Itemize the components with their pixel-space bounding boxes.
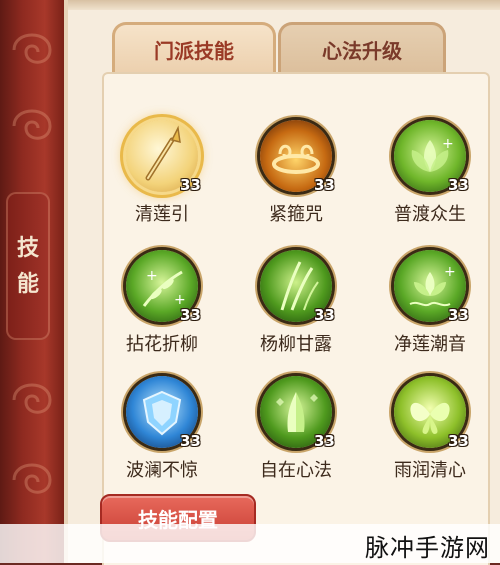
- watermark-bar: 脉冲手游网: [0, 524, 500, 563]
- skill-item[interactable]: + 33 净莲潮音: [382, 250, 478, 360]
- skill-level: 33: [180, 432, 201, 450]
- skill-side-tab[interactable]: 技 能: [6, 192, 50, 340]
- panel-edge: [68, 0, 500, 10]
- skill-level: 33: [448, 176, 469, 194]
- tab-sect-skills[interactable]: 门派技能: [112, 22, 276, 73]
- side-tab-char: 技: [16, 235, 39, 261]
- skill-item[interactable]: + + 33 拈花折柳: [114, 250, 210, 360]
- skill-name: 杨柳甘露: [260, 334, 332, 355]
- svg-text:+: +: [442, 136, 454, 152]
- skill-name: 普渡众生: [394, 204, 466, 225]
- swirl-ornament-icon: [12, 463, 52, 494]
- skill-name: 雨润清心: [394, 460, 466, 481]
- swirl-ornament-icon: [12, 33, 52, 64]
- skill-level: 33: [448, 432, 469, 450]
- skill-level: 33: [448, 306, 469, 324]
- skill-item[interactable]: 33 紧箍咒: [248, 120, 344, 230]
- skill-grid: 33 清莲引 33 紧箍咒 + 33 普渡众生 + + 33 拈花折柳 33 杨…: [102, 72, 490, 565]
- skill-level: 33: [314, 306, 335, 324]
- skill-level: 33: [180, 306, 201, 324]
- skill-item[interactable]: 33 波澜不惊: [114, 376, 210, 486]
- svg-text:+: +: [444, 264, 456, 280]
- skill-item[interactable]: + 33 普渡众生: [382, 120, 478, 230]
- skill-item[interactable]: 33 清莲引: [114, 120, 210, 230]
- skill-name: 拈花折柳: [126, 334, 198, 355]
- tab-mind-upgrade[interactable]: 心法升级: [278, 22, 446, 73]
- skill-panel: 门派技能 心法升级 33 清莲引 33 紧箍咒 + 33 普渡众生 + + 33…: [64, 0, 500, 565]
- skill-item[interactable]: 33 雨润清心: [382, 376, 478, 486]
- skill-name: 净莲潮音: [394, 334, 466, 355]
- side-tab-char: 能: [16, 271, 39, 297]
- skill-name: 自在心法: [260, 460, 332, 481]
- skill-level: 33: [180, 176, 201, 194]
- skill-level: 33: [314, 176, 335, 194]
- book-spine: 技 能: [0, 0, 64, 563]
- skill-name: 清莲引: [135, 204, 189, 225]
- skill-name: 紧箍咒: [269, 204, 323, 225]
- swirl-ornament-icon: [12, 109, 52, 140]
- skill-item[interactable]: 33 自在心法: [248, 376, 344, 486]
- skill-item[interactable]: 33 杨柳甘露: [248, 250, 344, 360]
- watermark-text: 脉冲手游网: [365, 534, 490, 562]
- skill-name: 波澜不惊: [126, 460, 198, 481]
- swirl-ornament-icon: [12, 383, 52, 414]
- svg-text:+: +: [146, 268, 158, 284]
- skill-level: 33: [314, 432, 335, 450]
